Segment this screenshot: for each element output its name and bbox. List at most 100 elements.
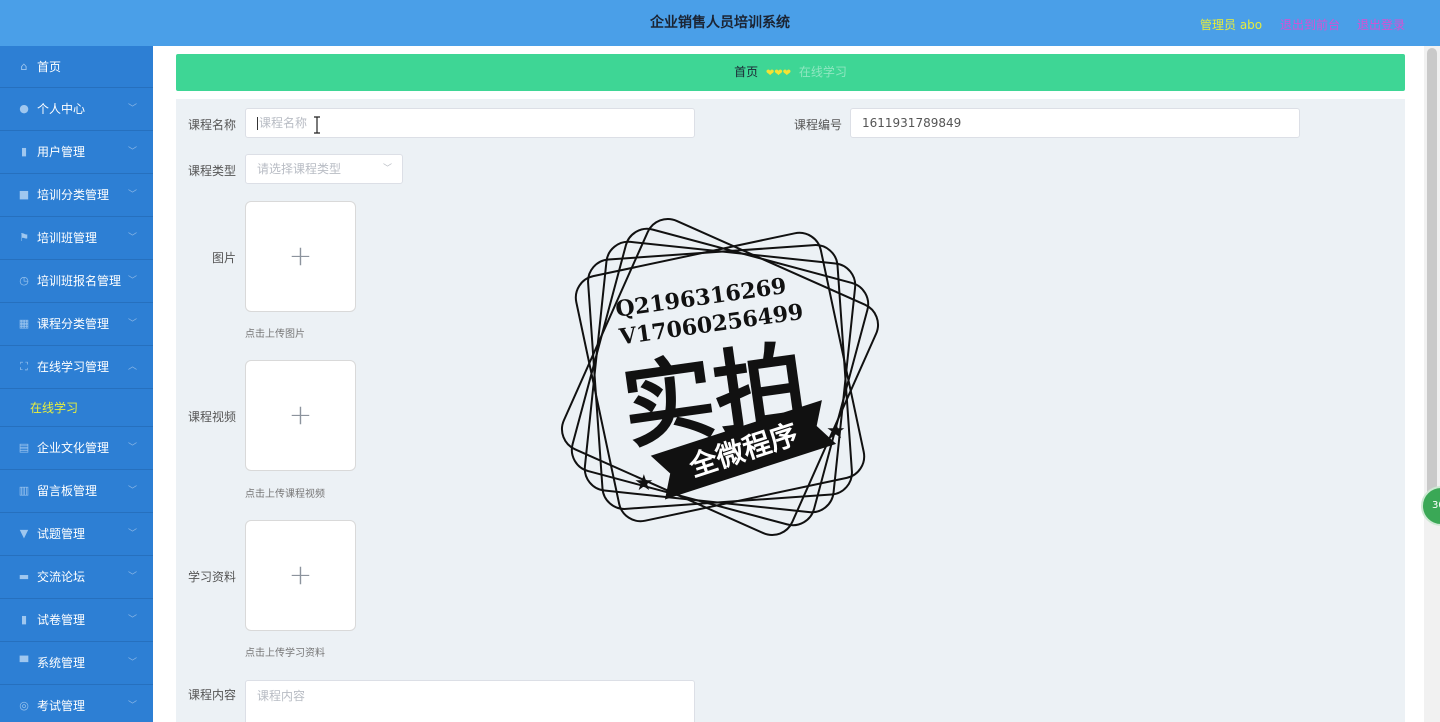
monitor-icon: ▀	[19, 656, 29, 669]
star-icon: ★	[826, 419, 846, 444]
sidebar-item-label: 个人中心	[37, 102, 86, 116]
chevron-down-icon: ﹀	[127, 233, 137, 243]
image-upload[interactable]: +	[245, 201, 356, 312]
sidebar-subitem-online-learning[interactable]: 在线学习	[0, 389, 153, 427]
material-hint: 点击上传学习资料	[245, 648, 325, 659]
sidebar-item-system[interactable]: ▀ 系统管理 ﹀	[0, 642, 153, 685]
bar-chart-icon: ▥	[18, 484, 30, 497]
content-textarea[interactable]: 课程内容	[245, 680, 695, 722]
fullscreen-icon: ⛶	[20, 360, 28, 373]
hearts-icon: ❤❤❤	[765, 68, 792, 79]
breadcrumb-home[interactable]: 首页	[734, 65, 758, 79]
sidebar-item-label: 培训分类管理	[37, 188, 110, 202]
sidebar-item-label: 培训班报名管理	[37, 274, 122, 288]
sidebar: ⌂ 首页 ● 个人中心 ﹀ ▮ 用户管理 ﹀ ■ 培训分类管理 ﹀ ⚑ 培训班管…	[0, 46, 153, 722]
mic-icon: ▮	[20, 613, 28, 626]
mic-icon: ▮	[20, 145, 28, 158]
sidebar-item-label: 系统管理	[37, 656, 86, 670]
video-hint: 点击上传课程视频	[245, 489, 325, 500]
chevron-down-icon: ﹀	[127, 701, 137, 711]
sidebar-item-label: 考试管理	[37, 699, 86, 713]
content-placeholder: 课程内容	[257, 689, 306, 703]
sidebar-item-label: 首页	[37, 60, 62, 74]
sidebar-item-label: 课程分类管理	[37, 317, 110, 331]
chevron-down-icon: ﹀	[127, 529, 137, 539]
image-label: 图片	[211, 251, 236, 265]
chevron-down-icon: ﹀	[127, 658, 137, 668]
course-no-label: 课程编号	[793, 118, 842, 132]
breadcrumb-current: 在线学习	[798, 65, 847, 79]
watermark-stamp: Q2196316269 V17060256499 实拍 全微程序 ★ ★	[561, 218, 879, 536]
sidebar-item-training-class[interactable]: ⚑ 培训班管理 ﹀	[0, 217, 153, 260]
sidebar-item-users[interactable]: ▮ 用户管理 ﹀	[0, 131, 153, 174]
content-label: 课程内容	[187, 688, 236, 702]
sidebar-item-course-category[interactable]: ▦ 课程分类管理 ﹀	[0, 303, 153, 346]
clipboard-icon: ▤	[18, 441, 30, 454]
briefcase-icon: ■	[18, 188, 30, 201]
sidebar-item-message-board[interactable]: ▥ 留言板管理 ﹀	[0, 470, 153, 513]
clock-icon: ◷	[19, 274, 29, 287]
sidebar-item-culture[interactable]: ▤ 企业文化管理 ﹀	[0, 427, 153, 470]
video-label: 课程视频	[187, 410, 236, 424]
logout-link[interactable]: 退出登录	[1357, 16, 1405, 33]
video-upload[interactable]: +	[245, 360, 356, 471]
chevron-down-icon: ﹀	[127, 486, 137, 496]
forum-icon: ▬	[18, 570, 30, 583]
course-type-label: 课程类型	[187, 164, 236, 178]
course-no-input[interactable]: 1611931789849	[850, 108, 1300, 138]
sidebar-item-papers[interactable]: ▮ 试卷管理 ﹀	[0, 599, 153, 642]
top-header: 企业销售人员培训系统 管理员 abo 退出到前台 退出登录	[0, 0, 1440, 46]
chevron-down-icon: ﹀	[127, 276, 137, 286]
back-to-front-link[interactable]: 退出到前台	[1280, 16, 1340, 33]
course-name-placeholder: 课程名称	[259, 116, 308, 130]
sidebar-item-label: 留言板管理	[37, 484, 98, 498]
plus-icon: +	[288, 558, 313, 591]
trophy-icon: ▼	[19, 527, 29, 540]
user-icon: ●	[19, 102, 29, 115]
sidebar-item-label: 企业文化管理	[37, 441, 110, 455]
sidebar-item-label: 用户管理	[37, 145, 86, 159]
chevron-down-icon: ﹀	[127, 104, 137, 114]
home-icon: ⌂	[20, 60, 28, 73]
plus-icon: +	[288, 398, 313, 431]
admin-name: 管理员 abo	[1200, 18, 1263, 32]
sidebar-item-label: 试题管理	[37, 527, 86, 541]
globe-icon: ◎	[19, 699, 29, 712]
sidebar-subitem-label: 在线学习	[30, 401, 79, 415]
chevron-down-icon: ﹀	[127, 319, 137, 329]
text-cursor-icon	[314, 116, 320, 134]
sidebar-item-online-learning[interactable]: ⛶ 在线学习管理 ︿	[0, 346, 153, 389]
sidebar-item-label: 试卷管理	[37, 613, 86, 627]
chevron-down-icon: ﹀	[127, 572, 137, 582]
course-name-label: 课程名称	[187, 118, 236, 132]
material-label: 学习资料	[187, 570, 236, 584]
grid-icon: ▦	[18, 317, 30, 330]
sidebar-item-class-enroll[interactable]: ◷ 培训班报名管理 ﹀	[0, 260, 153, 303]
scrollbar-thumb[interactable]	[1427, 48, 1437, 498]
sidebar-item-questions[interactable]: ▼ 试题管理 ﹀	[0, 513, 153, 556]
chevron-down-icon: ﹀	[127, 443, 137, 453]
chevron-down-icon: ﹀	[382, 164, 392, 174]
star-icon: ★	[634, 471, 654, 496]
text-caret	[257, 117, 258, 130]
sidebar-item-label: 在线学习管理	[37, 360, 110, 374]
sidebar-item-exam[interactable]: ◎ 考试管理 ﹀	[0, 685, 153, 722]
sidebar-item-label: 培训班管理	[37, 231, 98, 245]
breadcrumb: 首页 ❤❤❤ 在线学习	[176, 54, 1405, 91]
page-scrollbar[interactable]	[1424, 46, 1440, 722]
sidebar-item-home[interactable]: ⌂ 首页	[0, 46, 153, 88]
course-type-placeholder: 请选择课程类型	[257, 162, 342, 176]
chevron-down-icon: ﹀	[127, 147, 137, 157]
flag-icon: ⚑	[19, 231, 29, 244]
course-no-value: 1611931789849	[862, 116, 962, 130]
chevron-up-icon: ︿	[127, 362, 137, 372]
chevron-down-icon: ﹀	[127, 615, 137, 625]
sidebar-item-profile[interactable]: ● 个人中心 ﹀	[0, 88, 153, 131]
course-type-select[interactable]: 请选择课程类型 ﹀	[245, 154, 403, 184]
plus-icon: +	[288, 239, 313, 272]
chevron-down-icon: ﹀	[127, 190, 137, 200]
sidebar-item-training-category[interactable]: ■ 培训分类管理 ﹀	[0, 174, 153, 217]
image-hint: 点击上传图片	[245, 329, 305, 340]
material-upload[interactable]: +	[245, 520, 356, 631]
sidebar-item-forum[interactable]: ▬ 交流论坛 ﹀	[0, 556, 153, 599]
